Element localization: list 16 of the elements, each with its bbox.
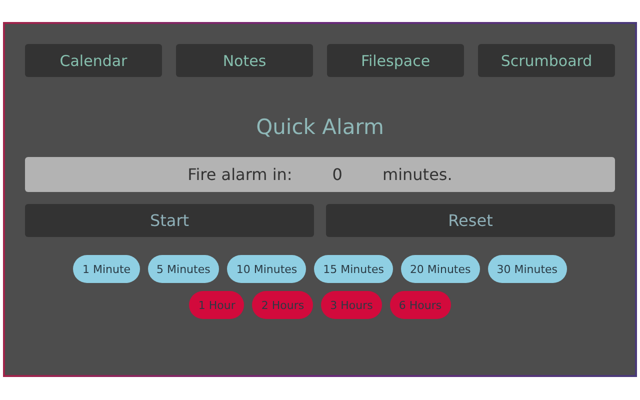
action-button[interactable]: Reset (326, 204, 615, 237)
preset-button[interactable]: 5 Minutes (148, 255, 220, 283)
preset-button[interactable]: 10 Minutes (227, 255, 306, 283)
preset-button[interactable]: 1 Minute (73, 255, 140, 283)
nav-button[interactable]: Scrumboard (478, 44, 615, 77)
app-title: Quick Alarm (255, 115, 385, 141)
preset-button[interactable]: 20 Minutes (400, 255, 480, 283)
preset-button[interactable]: 30 Minutes (488, 255, 567, 283)
alarm-label: Fire alarm in: (188, 165, 292, 184)
minutes-label: minutes. (382, 165, 452, 184)
action-button[interactable]: Start (25, 204, 314, 237)
preset-button[interactable]: 15 Minutes (314, 255, 393, 283)
nav-button[interactable]: Notes (176, 44, 313, 77)
nav-button[interactable]: Calendar (25, 44, 162, 77)
nav-button[interactable]: Filespace (327, 44, 464, 77)
minutes-value[interactable]: 0 (320, 165, 354, 184)
